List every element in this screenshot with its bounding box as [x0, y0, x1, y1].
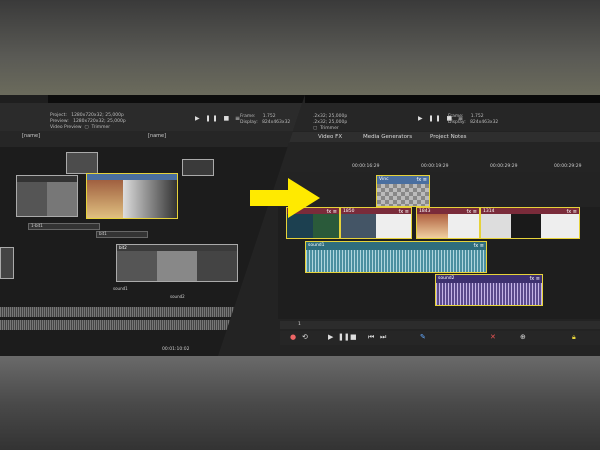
project-info: Project: 1280x720x32; 25,000p Preview: 1… — [50, 113, 126, 130]
pause-icon[interactable]: ❚❚ — [338, 333, 350, 341]
status-time: 00:01:10:02 — [162, 347, 190, 352]
next-frame-icon[interactable]: ⏭ — [380, 333, 386, 342]
preview-info-bar: Project: 1280x720x32; 25,000p Preview: 1… — [0, 103, 305, 131]
clip-thumbnail — [511, 214, 541, 238]
audio-waveform — [0, 320, 235, 330]
ruler-time: 00:00:29:29 — [490, 164, 518, 169]
ruler-time: 00:00:16:29 — [352, 164, 380, 169]
video-clip[interactable] — [86, 173, 178, 219]
audio-waveform — [0, 307, 250, 317]
frame-info: Frame: 1.752 Display: 824x463x32 — [240, 114, 291, 125]
clip-thumbnail — [481, 214, 511, 238]
audio-track-bar[interactable]: bit1 — [96, 231, 148, 238]
play-icon[interactable]: ▶ — [328, 333, 333, 341]
clip-header: sound2 fx ≡ — [436, 275, 542, 283]
stop-icon[interactable]: ■ — [350, 333, 357, 341]
project-info: .2x32; 25,000p .2x32; 25,000p ▢ Trimmer — [313, 114, 348, 131]
video-clip[interactable]: bit2 — [116, 244, 238, 282]
clip-label: sound2 — [438, 276, 455, 281]
track-label: sound2 — [170, 294, 185, 299]
arrow-right-icon — [250, 178, 320, 218]
clip-thumbnail — [47, 182, 77, 216]
audio-track-bar[interactable]: 1-bit1 — [28, 223, 100, 230]
preview-window — [305, 95, 600, 103]
track-label: sound1 — [113, 286, 128, 291]
tab-project-notes[interactable]: Project Notes — [430, 134, 466, 140]
fx-icon[interactable]: fx ≡ — [417, 176, 428, 184]
preview-window — [48, 95, 305, 103]
clip-thumbnail — [17, 182, 47, 216]
preview-transport[interactable]: ▶ ❚❚ ■ ≡ — [195, 115, 242, 122]
video-clip[interactable] — [16, 175, 78, 217]
video-clip-top[interactable]: Vinc fx ≡ — [376, 175, 430, 207]
clip-thumbnail — [157, 251, 197, 281]
marker-label: [name] — [148, 133, 167, 139]
scroll-number: 1 — [298, 322, 301, 327]
edit-tool-icon[interactable]: ✎ — [420, 333, 426, 341]
track-label: bit1 — [99, 231, 107, 236]
audio-waveform — [306, 250, 486, 272]
snap-icon[interactable]: ⊕ — [520, 333, 526, 341]
timeline-ruler[interactable]: [name] [name] — [0, 131, 305, 148]
clip-thumbnail — [117, 251, 157, 281]
tab-video-fx[interactable]: Video FX — [318, 134, 342, 140]
track-label: 1-bit1 — [31, 223, 43, 228]
fx-icon[interactable]: fx ≡ — [474, 242, 485, 250]
video-clip[interactable]: 1314 fx ≡ — [480, 207, 580, 239]
audio-waveform — [436, 283, 542, 305]
clip-thumbnail — [417, 214, 448, 238]
background-top — [0, 0, 600, 95]
clip-thumbnail — [87, 180, 123, 218]
clip-thumbnail — [341, 214, 376, 238]
ruler-time: 00:00:19:29 — [421, 164, 449, 169]
video-clip[interactable] — [66, 152, 98, 174]
track-area[interactable]: 1fx ≡ 1850fx ≡ 1843fx ≡ 1314fx ≡ sound1f… — [278, 207, 600, 319]
lock-icon[interactable]: 🔒︎ — [572, 333, 576, 342]
audio-clip[interactable]: sound1 fx ≡ — [305, 241, 487, 273]
video-clip[interactable]: 1850 fx ≡ — [340, 207, 412, 239]
video-clip[interactable]: 1843 fx ≡ — [416, 207, 480, 239]
tab-media-generators[interactable]: Media Generators — [363, 134, 412, 140]
timeline-toolbar: ● ⟲ ▶ ❚❚ ■ ⏮ ⏭ ✎ ✕ ⊕ 🔒︎ — [280, 331, 600, 345]
timeline-scrollbar[interactable]: 1 — [280, 321, 600, 329]
background-bottom — [0, 356, 600, 450]
loop-icon[interactable]: ⟲ — [302, 333, 308, 341]
clip-header: sound1 fx ≡ — [306, 242, 486, 250]
clip-thumbnail — [197, 251, 237, 281]
clip-thumbnail — [376, 214, 411, 238]
clip-header: Vinc fx ≡ — [377, 176, 429, 184]
marker-label: [name] — [22, 133, 41, 139]
prev-frame-icon[interactable]: ⏮ — [368, 333, 374, 342]
video-clip[interactable] — [0, 247, 14, 279]
fx-icon[interactable]: fx ≡ — [530, 275, 541, 283]
frame-info: Frame: 1.752 Display: 824x463x32 — [448, 114, 499, 125]
ruler-time: 00:00:29:29 — [554, 164, 582, 169]
clip-label: sound1 — [308, 243, 325, 248]
video-clip[interactable] — [182, 159, 214, 176]
clip-thumbnail — [541, 214, 579, 238]
clip-label: Vinc — [379, 177, 389, 182]
record-icon[interactable]: ● — [290, 333, 296, 341]
audio-clip[interactable]: sound2 fx ≡ — [435, 274, 543, 306]
clip-thumbnail — [123, 180, 177, 218]
timeline-ruler[interactable]: 00:00:16:29 00:00:19:29 00:00:29:29 00:0… — [280, 142, 600, 172]
delete-icon[interactable]: ✕ — [490, 333, 496, 341]
clip-thumbnail — [448, 214, 479, 238]
